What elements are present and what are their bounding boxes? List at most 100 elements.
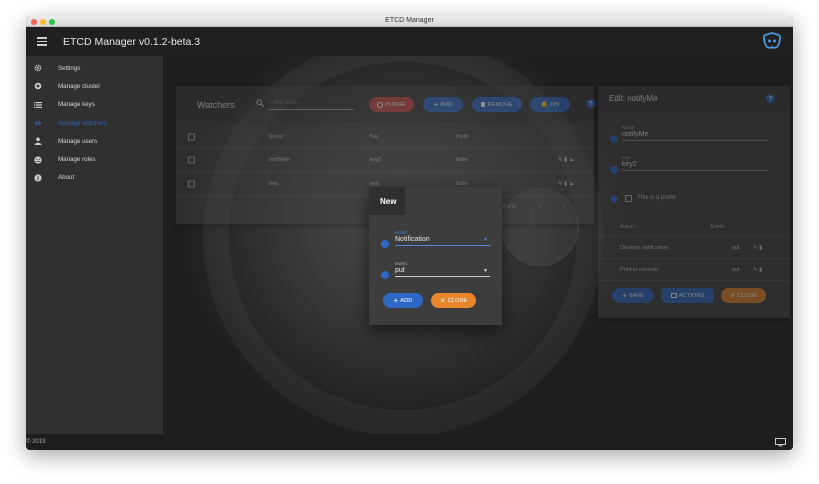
user-icon: [34, 137, 42, 146]
row-event: put: [732, 244, 740, 251]
add-watcher-button[interactable]: + ADD: [423, 97, 463, 112]
footer: © 2019: [26, 434, 793, 450]
name-field-label: Name: [622, 125, 635, 130]
action-select-label: Action: [395, 230, 408, 235]
sidebar-item-label: About: [58, 174, 75, 182]
row-action: Print to console: [620, 266, 658, 273]
row-checkbox[interactable]: [188, 156, 195, 163]
delete-icon[interactable]: ▮: [564, 157, 567, 163]
help-icon[interactable]: ?: [766, 94, 775, 103]
dialog-close-button-label: CLOSE: [447, 297, 468, 304]
column-header-prefix[interactable]: Prefix: [456, 134, 469, 140]
prefix-checkbox[interactable]: [625, 195, 632, 202]
purge-button-label: PURGE: [385, 101, 406, 108]
remove-watcher-button[interactable]: REMOVE: [472, 97, 522, 112]
roles-icon: [34, 156, 42, 164]
event-select-value: put: [395, 267, 405, 274]
sidebar: Settings Manage cluster Manage keys Mana…: [26, 56, 163, 434]
dialog-close-button[interactable]: ✕ CLOSE: [431, 293, 476, 308]
delete-icon[interactable]: ▮: [564, 181, 567, 187]
hamburger-menu-icon[interactable]: [37, 37, 47, 46]
event-select[interactable]: Event put ▼: [395, 261, 490, 277]
dialog-title: New: [380, 197, 397, 206]
actions-button[interactable]: ACTIONS: [661, 288, 714, 303]
purge-button[interactable]: PURGE: [369, 97, 414, 112]
column-header-key[interactable]: Key: [370, 134, 379, 140]
row-actions: ✎ ▮ ▲: [558, 181, 574, 187]
edit-icon[interactable]: ✎: [753, 245, 758, 251]
monitor-icon[interactable]: [775, 438, 786, 447]
window-icon: [670, 293, 677, 298]
chevron-down-icon: ▼: [483, 237, 488, 243]
key-field-value: key2: [622, 161, 637, 168]
row-actions: ✎ ▮: [753, 267, 762, 273]
bell-icon[interactable]: ▲: [569, 181, 574, 187]
app-title: ETCD Manager v0.1.2-beta.3: [63, 35, 201, 48]
select-all-checkbox[interactable]: [188, 133, 195, 140]
sidebar-item-manage-cluster[interactable]: Manage cluster: [26, 77, 163, 95]
name-field-value: notifyMe: [622, 131, 649, 138]
close-icon: ✕: [439, 297, 446, 305]
watchers-on-button[interactable]: 🔔 ON: [530, 97, 570, 112]
on-button-label: ON: [550, 101, 560, 108]
row-actions: ✎ ▮: [753, 245, 762, 251]
sidebar-item-about[interactable]: About: [26, 169, 163, 187]
save-button-label: SAVE: [628, 292, 644, 299]
info-icon: [381, 240, 389, 248]
save-button[interactable]: + SAVE: [612, 288, 654, 303]
delete-icon[interactable]: ▮: [759, 245, 762, 251]
table-row[interactable]: notifyMe key2 false ✎ ▮ ▲: [176, 148, 594, 172]
name-field[interactable]: Name notifyMe: [622, 125, 768, 141]
key-field[interactable]: Key key2: [622, 155, 768, 171]
dialog-add-button-label: ADD: [400, 297, 413, 304]
sidebar-item-manage-watchers[interactable]: Manage watchers: [26, 114, 163, 132]
row-checkbox[interactable]: [188, 180, 195, 187]
action-select[interactable]: Action Notification ▼: [395, 230, 490, 246]
prev-page-button[interactable]: ‹: [538, 204, 540, 210]
key-field-label: Key: [622, 155, 630, 160]
info-icon: [610, 195, 618, 203]
row-key: key2: [370, 156, 382, 163]
gear-icon: [34, 64, 42, 72]
plus-icon: +: [622, 291, 627, 300]
row-prefix: false: [456, 156, 468, 163]
edit-icon[interactable]: ✎: [558, 181, 563, 187]
next-page-button[interactable]: ›: [564, 204, 566, 210]
actions-table-header: Action ↑ Event: [598, 217, 790, 237]
table-row[interactable]: Desktop notification put ✎ ▮: [598, 237, 790, 259]
table-header: Name ↑ Key Prefix: [176, 126, 594, 148]
help-icon[interactable]: ?: [586, 99, 595, 108]
sidebar-item-manage-users[interactable]: Manage users: [26, 132, 163, 150]
edit-icon[interactable]: ✎: [753, 267, 758, 273]
edit-close-button[interactable]: ✕ CLOSE: [721, 288, 766, 303]
column-header-name[interactable]: Name ↑: [269, 134, 286, 140]
filter-input[interactable]: [268, 96, 354, 110]
sidebar-item-label: Manage cluster: [58, 82, 101, 90]
main-content: Watchers PURGE + ADD REMOVE 🔔 ON ?: [163, 56, 793, 434]
table-row[interactable]: Print to console put ✎ ▮: [598, 259, 790, 281]
app-window: ETCD Manager ETCD Manager v0.1.2-beta.3 …: [26, 16, 793, 450]
sidebar-item-manage-keys[interactable]: Manage keys: [26, 96, 163, 114]
sidebar-item-manage-roles[interactable]: Manage roles: [26, 150, 163, 168]
column-header-event[interactable]: Event: [711, 224, 724, 230]
row-prefix: false: [456, 180, 468, 187]
info-icon: [381, 271, 389, 279]
bell-icon[interactable]: ▲: [569, 157, 574, 163]
column-header-action[interactable]: Action ↑: [620, 224, 638, 230]
row-event: put: [732, 266, 740, 273]
dialog-add-button[interactable]: + ADD: [383, 293, 423, 308]
sidebar-item-label: Manage roles: [58, 156, 96, 164]
sidebar-item-settings[interactable]: Settings: [26, 59, 163, 77]
row-actions: ✎ ▮ ▲: [558, 157, 574, 163]
sidebar-item-label: Manage watchers: [58, 119, 107, 127]
close-button-label: CLOSE: [737, 292, 758, 299]
event-select-label: Event: [395, 261, 407, 266]
remove-button-label: REMOVE: [487, 101, 513, 108]
delete-icon[interactable]: ▮: [759, 267, 762, 273]
chevron-down-icon: ▼: [483, 268, 488, 274]
actions-button-label: ACTIONS: [678, 292, 705, 299]
edit-icon[interactable]: ✎: [558, 157, 563, 163]
block-icon: [377, 101, 384, 108]
edit-panel-title: Edit: notifyMe: [609, 94, 658, 103]
row-name: notifyMe: [269, 156, 290, 163]
